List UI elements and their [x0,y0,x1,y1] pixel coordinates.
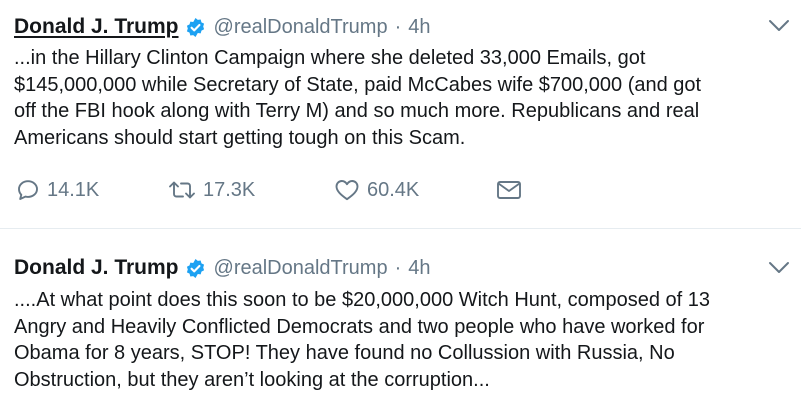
retweet-icon [169,181,195,199]
reply-count: 14.1K [47,178,100,201]
tweet-text: ...in the Hillary Clinton Campaign where… [14,45,794,151]
tweet-text-line: Obstruction, but they aren’t looking at … [14,368,490,391]
heart-icon [335,180,359,201]
direct-message-button[interactable] [496,176,522,204]
separator-dot: · [394,256,402,279]
verified-badge-icon [186,17,204,37]
tweet-timestamp[interactable]: 4h [408,16,430,39]
author-handle[interactable]: @realDonaldTrump [214,16,388,39]
retweet-button[interactable]: 17.3K [168,176,255,204]
tweet-text-line: Obama for 8 years, STOP! They have found… [14,342,675,364]
tweet[interactable]: Donald J. Trump @realDonaldTrump · 4h ..… [0,0,801,228]
envelope-icon [497,181,521,199]
like-button[interactable]: 60.4K [334,176,419,204]
tweet-text-line: $145,000,000 while Secretary of State, p… [14,73,702,96]
tweet-text-line: Angry and Heavily Conflicted Democrats a… [14,315,705,338]
chevron-down-icon[interactable] [767,259,791,277]
tweet-header: Donald J. Trump @realDonaldTrump · 4h [14,253,431,283]
reply-button[interactable]: 14.1K [16,176,99,204]
tweet-text: ....At what point does this soon to be $… [14,287,794,393]
separator-dot: · [394,15,402,38]
chevron-down-icon[interactable] [767,17,791,35]
author-handle[interactable]: @realDonaldTrump [214,257,388,280]
like-count: 60.4K [367,178,420,201]
verified-badge-icon [186,258,204,278]
author-name[interactable]: Donald J. Trump [14,15,179,39]
tweet-text-line: off the FBI hook along with Terry M) and… [14,100,700,122]
tweet-text-line: ....At what point does this soon to be $… [14,289,710,311]
tweet-text-line: Americans should start getting tough on … [14,126,466,149]
retweet-count: 17.3K [203,178,256,201]
reply-icon [18,180,38,200]
author-name[interactable]: Donald J. Trump [14,256,179,280]
tweet[interactable]: Donald J. Trump @realDonaldTrump · 4h ..… [0,228,801,412]
tweet-actions: 14.1K 17.3K 60.4K [16,176,536,204]
tweet-timestamp[interactable]: 4h [408,257,430,280]
tweet-text-line: ...in the Hillary Clinton Campaign where… [14,47,646,69]
tweet-header: Donald J. Trump @realDonaldTrump · 4h [14,12,431,42]
